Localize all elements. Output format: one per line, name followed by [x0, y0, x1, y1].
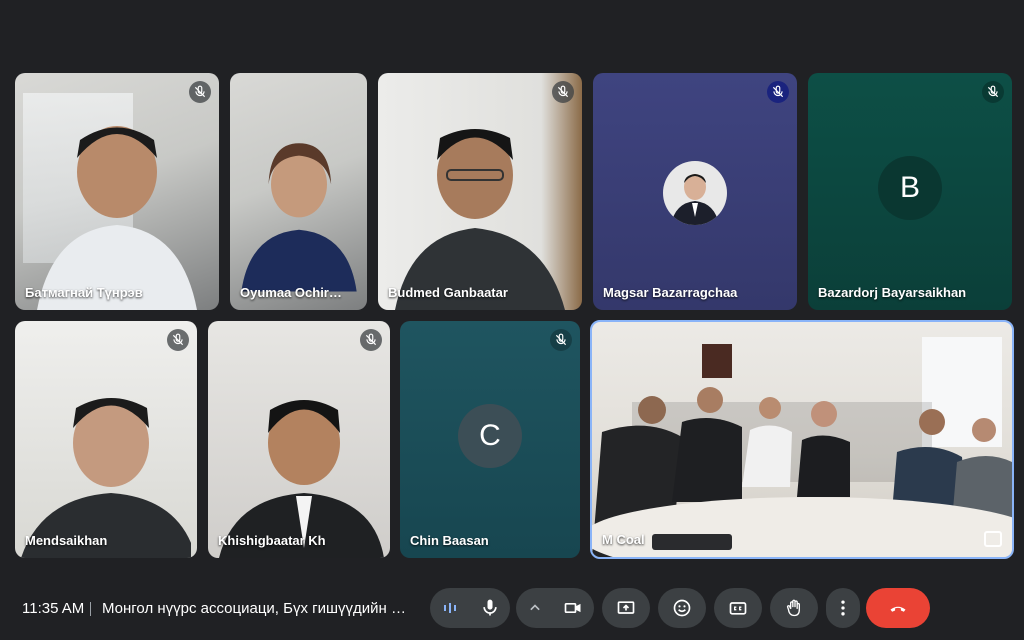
participant-video	[395, 129, 565, 310]
present-screen-icon	[617, 601, 635, 614]
audio-activity-icon[interactable]	[430, 588, 470, 628]
conference-room-video	[592, 337, 1012, 557]
participant-name: Bazardorj Bayarsaikhan	[818, 285, 967, 300]
more-options-icon	[841, 600, 845, 616]
muted-mic-icon	[550, 329, 572, 351]
participant-video	[21, 398, 191, 558]
more-options-button[interactable]	[826, 588, 860, 628]
muted-mic-icon	[189, 81, 211, 103]
raise-hand-icon	[787, 599, 800, 617]
chevron-up-icon[interactable]	[517, 588, 553, 628]
meeting-title: Монгол нүүрс ассоциаци, Бүх гишүүдийн х…	[102, 600, 412, 617]
muted-mic-icon	[360, 329, 382, 351]
emoji-icon	[673, 599, 691, 617]
participant-tile-mendsaikhan[interactable]: Mendsaikhan	[15, 321, 197, 558]
captions-icon	[729, 602, 747, 615]
muted-mic-icon	[767, 81, 789, 103]
participant-tile-budmed[interactable]: Budmed Ganbaatar	[378, 73, 582, 310]
participant-name: Budmed Ganbaatar	[388, 285, 508, 300]
participant-tile-magsar[interactable]: Magsar Bazarragchaa	[593, 73, 797, 310]
raise-hand-button[interactable]	[770, 588, 818, 628]
participant-video	[37, 126, 197, 310]
profile-photo	[663, 161, 727, 225]
call-controls-bar: 11:35 AM Монгол нүүрс ассоциаци, Бүх гиш…	[0, 576, 1024, 640]
participant-video	[240, 143, 357, 292]
participant-name: Mendsaikhan	[25, 533, 108, 548]
captions-button[interactable]	[714, 588, 762, 628]
camera-group	[516, 588, 594, 628]
participant-name: M Coal	[602, 532, 645, 547]
leave-call-icon	[890, 606, 906, 612]
muted-mic-icon	[982, 81, 1004, 103]
leave-call-button[interactable]	[866, 588, 930, 628]
mic-group	[430, 588, 510, 628]
pin-tile-icon[interactable]	[984, 531, 1002, 547]
participant-tile-khishigbaatar[interactable]: Khishigbaatar Kh	[208, 321, 390, 558]
participant-video	[219, 400, 384, 558]
microphone-icon[interactable]	[470, 588, 510, 628]
participant-name: Батмагнай Түнрэв	[25, 285, 143, 300]
participant-name: Khishigbaatar Kh	[218, 533, 326, 548]
muted-mic-icon	[552, 81, 574, 103]
participant-name: Chin Baasan	[410, 533, 489, 548]
participant-tile-batmagnai[interactable]: Батмагнай Түнрэв	[15, 73, 219, 310]
participant-name: Oyumaa Ochir…	[240, 285, 342, 300]
participant-tile-oyumaa[interactable]: Oyumaa Ochir…	[230, 73, 367, 310]
muted-mic-icon	[167, 329, 189, 351]
participant-tile-chin-baasan[interactable]: C Chin Baasan	[400, 321, 580, 558]
participant-name: Magsar Bazarragchaa	[603, 285, 738, 300]
participant-tile-bazardorj[interactable]: B Bazardorj Bayarsaikhan	[808, 73, 1012, 310]
separator	[90, 602, 91, 616]
avatar-initial: C	[458, 403, 522, 468]
camera-icon[interactable]	[553, 588, 593, 628]
reactions-button[interactable]	[658, 588, 706, 628]
avatar-initial: B	[878, 155, 942, 220]
meeting-clock: 11:35 AM	[22, 600, 85, 617]
present-screen-button[interactable]	[602, 588, 650, 628]
participant-tile-m-coal[interactable]: M Coal	[590, 320, 1014, 559]
